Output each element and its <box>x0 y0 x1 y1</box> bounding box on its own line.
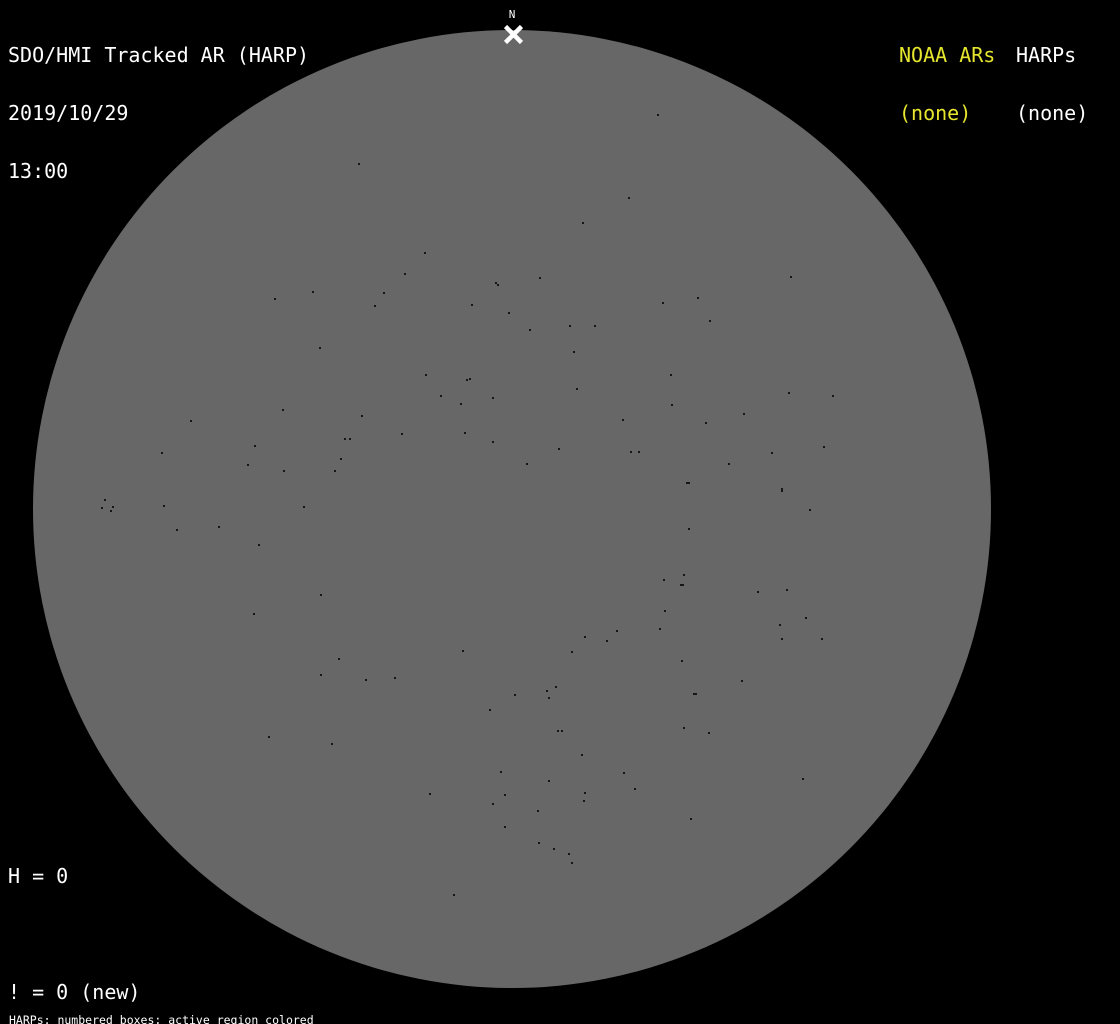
noaa-ars-block: NOAA ARs (none) <box>899 8 995 162</box>
north-pole-label: N <box>508 8 516 21</box>
app-title: SDO/HMI Tracked AR (HARP) <box>8 43 310 68</box>
harps-label: HARPs <box>1016 43 1077 68</box>
footer-notes: HARPs: numbered boxes; active region col… <box>9 989 411 1024</box>
harp-count: H = 0 <box>8 864 69 889</box>
harps-block: HARPs (none) <box>1016 8 1088 162</box>
footer-note-harps: HARPs: numbered boxes; active region col… <box>9 1013 314 1024</box>
title-block: SDO/HMI Tracked AR (HARP) 2019/10/29 13:… <box>8 8 309 219</box>
noaa-ars-value: (none) <box>899 101 972 126</box>
observation-date: 2019/10/29 <box>8 101 129 126</box>
observation-time: 13:00 <box>8 158 69 183</box>
legend-spacer <box>8 925 237 944</box>
noaa-ars-label: NOAA ARs <box>899 43 996 68</box>
harp-map-screen: N SDO/HMI Tracked AR (HARP) 2019/10/29 1… <box>0 0 1120 1024</box>
harps-value: (none) <box>1016 101 1089 126</box>
north-pole-cross-icon <box>503 24 524 45</box>
